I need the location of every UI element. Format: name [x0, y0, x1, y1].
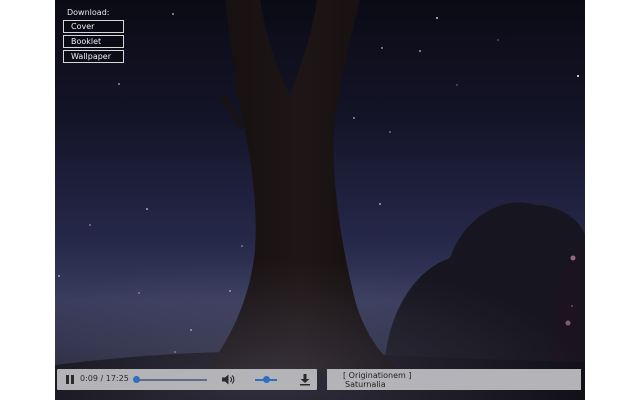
pause-icon[interactable] [65, 374, 75, 385]
seek-bar[interactable] [137, 379, 207, 381]
download-panel: Download: Cover Booklet Wallpaper [63, 8, 133, 65]
landscape-scene [55, 0, 585, 400]
track-title: Saturnalia [345, 380, 386, 389]
download-title: Download: [67, 8, 110, 17]
player-controls: 0:09 / 17:25 [57, 369, 317, 390]
cover-download-button[interactable]: Cover [63, 20, 124, 33]
album-name: [ Originationem ] [343, 371, 412, 380]
download-icon[interactable] [299, 373, 311, 386]
time-display: 0:09 / 17:25 [80, 374, 129, 383]
seek-handle[interactable] [133, 376, 140, 383]
track-info-panel: [ Originationem ] Saturnalia [327, 369, 581, 390]
booklet-download-button[interactable]: Booklet [63, 35, 124, 48]
volume-handle[interactable] [263, 376, 270, 383]
volume-icon[interactable] [221, 373, 235, 386]
video-stage[interactable]: Download: Cover Booklet Wallpaper [55, 0, 585, 400]
wallpaper-download-button[interactable]: Wallpaper [63, 50, 124, 63]
